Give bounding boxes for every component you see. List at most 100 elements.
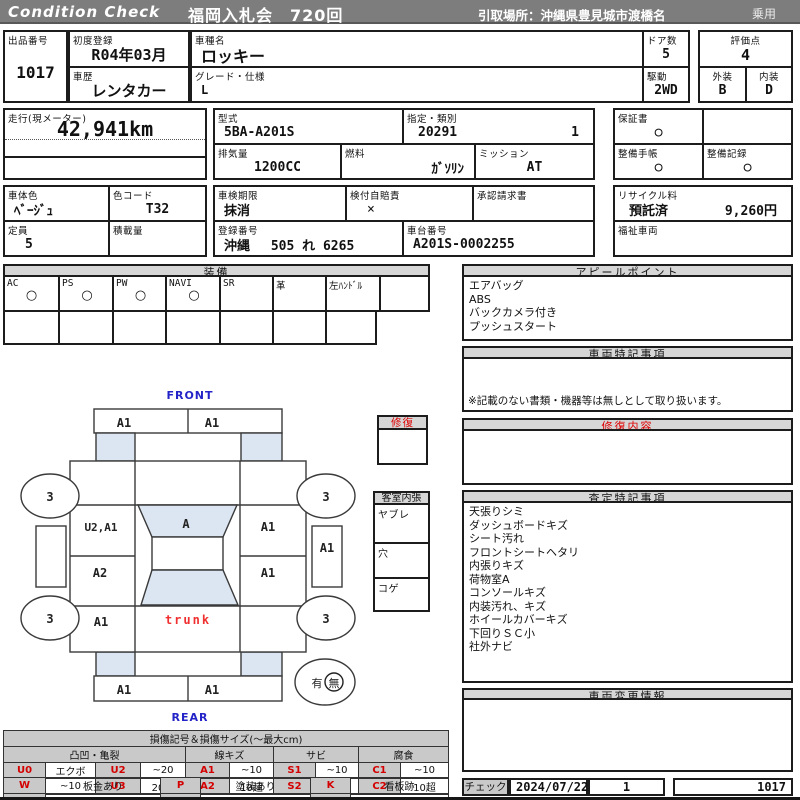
front-right-pillar-panel bbox=[240, 432, 283, 462]
vehicle-category: 乗用 bbox=[752, 7, 777, 21]
mileage-group: 走行(現メーター) 42,941km bbox=[3, 108, 207, 180]
equipment-cell: AC ○ bbox=[7, 278, 38, 303]
mark-bumper-rear-right: A1 bbox=[205, 683, 219, 697]
designation-number: 20291 bbox=[418, 124, 458, 140]
assessment-box: 天張りシミ ダッシュボードキズ シート汚れ フロントシートヘタリ 内張りキズ 荷… bbox=[462, 501, 793, 683]
mark-wheel-front-left: 3 bbox=[46, 490, 53, 504]
capacity-value: 5 bbox=[25, 236, 33, 252]
approval-value bbox=[474, 199, 593, 219]
equipment-cell bbox=[379, 277, 430, 310]
recycle-group: リサイクル料 預託済 9,260円 福祉車両 bbox=[613, 185, 793, 257]
mark-panel-right-mid: A1 bbox=[261, 566, 275, 580]
fuel-value: ｶﾞｿﾘﾝ bbox=[431, 161, 465, 177]
mark-bumper-front-right: A1 bbox=[205, 416, 219, 430]
inspection-value: 抹消 bbox=[224, 203, 251, 219]
mark-panel-left-mid: A2 bbox=[93, 566, 107, 580]
title-bar: Condition Check 福岡入札会 720回 引取場所：沖縄県豊見城市渡… bbox=[0, 0, 800, 25]
mission-value: AT bbox=[526, 159, 543, 175]
cabin-lining-box: ヤブレ 穴 コゲ bbox=[373, 503, 430, 612]
score-value: 4 bbox=[740, 45, 751, 64]
type-group: 型式 5BA-A201S 指定・類別 20291 1 排気量 1200CC 燃料… bbox=[213, 108, 595, 180]
displacement-value: 1200CC bbox=[254, 159, 301, 175]
recycle-status: 預託済 bbox=[629, 203, 669, 219]
equipment-cell: NAVI ○ bbox=[165, 277, 221, 310]
legend-group-rust: サビ bbox=[273, 746, 359, 763]
check-label-cell: チェック bbox=[462, 778, 509, 796]
recycle-value: 預託済 9,260円 bbox=[615, 199, 791, 219]
history-value: レンタカー bbox=[91, 81, 167, 100]
equipment-row-empty bbox=[3, 310, 377, 345]
color-group: 車体色 ﾍﾞｰｼﾞｭ 色コード T32 定員 5 積載量 bbox=[3, 185, 207, 257]
assessment-items: 天張りシミ ダッシュボードキズ シート汚れ フロントシートヘタリ 内張りキズ 荷… bbox=[469, 505, 579, 653]
first-reg-value: R04年03月 bbox=[91, 46, 167, 64]
cabin-row-burn: コゲ bbox=[378, 584, 399, 595]
interior-value: D bbox=[765, 82, 773, 98]
designation-class: 1 bbox=[571, 124, 579, 140]
mileage-value: 42,941km bbox=[56, 117, 154, 141]
legend-group-scratch: 線キズ bbox=[185, 746, 274, 763]
doors-value: 5 bbox=[662, 47, 670, 62]
mark-bumper-rear-left: A1 bbox=[117, 683, 131, 697]
reg-history-group: 初度登録 R04年03月 車歴 レンタカー bbox=[68, 30, 190, 103]
rear-window bbox=[140, 569, 240, 606]
front-label: FRONT bbox=[166, 389, 214, 402]
recycle-amount: 9,260円 bbox=[724, 203, 777, 219]
load-value bbox=[110, 234, 205, 254]
legend-title: 損傷記号＆損傷サイズ(～最大cm) bbox=[3, 730, 449, 747]
lot-value: 1017 bbox=[16, 62, 55, 82]
type-code-value: 5BA-A201S bbox=[224, 124, 295, 140]
vehicle-notes-box: ※記載のない書類・機器等は無しとして取り扱います。 bbox=[462, 357, 793, 412]
body-color-value: ﾍﾞｰｼﾞｭ bbox=[14, 203, 53, 219]
right-side-panel bbox=[311, 525, 343, 588]
insurance-value: × bbox=[367, 201, 375, 217]
presence-no-label: 無 bbox=[329, 676, 340, 690]
brand-logo: Condition Check bbox=[8, 3, 161, 21]
mark-mirror-right: A1 bbox=[320, 541, 334, 555]
left-side-panel bbox=[35, 525, 67, 588]
model-value: ロッキー bbox=[201, 46, 266, 66]
roof bbox=[151, 536, 224, 571]
repair-marker-box bbox=[377, 428, 428, 465]
maintenance-record-value: ○ bbox=[743, 159, 752, 175]
equipment-cell: PW ○ bbox=[112, 277, 167, 310]
check-date-cell: 2024/07/22 bbox=[509, 778, 588, 796]
change-info-box bbox=[462, 698, 793, 772]
mark-panel-right-front: A1 bbox=[261, 520, 275, 534]
appeal-items: エアバッグ ABS バックカメラ付き プッシュスタート bbox=[469, 279, 557, 333]
auction-sheet: Condition Check 福岡入札会 720回 引取場所：沖縄県豊見城市渡… bbox=[0, 0, 800, 800]
drive-value: 2WD bbox=[654, 82, 678, 98]
mark-windshield: A bbox=[182, 517, 190, 531]
trunk-label: trunk bbox=[165, 613, 211, 627]
disclaimer-note: ※記載のない書類・機器等は無しとして取り扱います。 bbox=[468, 395, 728, 407]
check-lot-cell: 1017 bbox=[673, 778, 793, 796]
color-code-value: T32 bbox=[145, 201, 170, 217]
score-group: 評価点 4 外装 B 内装 D bbox=[698, 30, 793, 103]
mark-wheel-rear-right: 3 bbox=[322, 612, 329, 626]
cabin-row-tear: ヤブレ bbox=[378, 510, 410, 521]
car-top-view-diagram: A1 A1 3 3 3 3 U2,A1 A2 A1 A A1 A1 A1 A1 … bbox=[20, 408, 356, 706]
appeal-box: エアバッグ ABS バックカメラ付き プッシュスタート bbox=[462, 275, 793, 341]
legend-group-corrosion: 腐食 bbox=[358, 746, 449, 763]
rear-label: REAR bbox=[171, 711, 209, 724]
pickup-location: 引取場所：沖縄県豊見城市渡橋名 bbox=[478, 8, 666, 23]
grade-value: L bbox=[201, 83, 209, 97]
equipment-cell: 革 bbox=[272, 277, 327, 310]
mark-panel-left-front: U2,A1 bbox=[84, 521, 117, 534]
cabin-row-hole: 穴 bbox=[378, 549, 389, 560]
warranty-value: ○ bbox=[654, 124, 663, 140]
equipment-cell: SR bbox=[219, 277, 274, 310]
rear-right-pillar-panel bbox=[240, 651, 283, 677]
reg-number-value: 沖縄 505 れ 6265 bbox=[224, 238, 355, 254]
warranty-group: 保証書 ○ 整備手帳 ○ 整備記録 ○ bbox=[613, 108, 793, 180]
mark-wheel-rear-left: 3 bbox=[46, 612, 53, 626]
front-left-pillar-panel bbox=[95, 432, 136, 462]
maintenance-book-value: ○ bbox=[654, 159, 663, 175]
chassis-value: A201S-0002255 bbox=[413, 236, 515, 252]
mark-bumper-front-left: A1 bbox=[117, 416, 131, 430]
rear-left-pillar-panel bbox=[95, 651, 136, 677]
model-group: 車種名 ロッキー グレード・仕様 L ドア数 5 駆動 2WD bbox=[190, 30, 690, 103]
divider bbox=[5, 139, 205, 140]
presence-yes-label: 有 bbox=[312, 676, 323, 690]
lot-number-cell: 出品番号 1017 bbox=[3, 30, 68, 103]
repair-content-box bbox=[462, 429, 793, 485]
